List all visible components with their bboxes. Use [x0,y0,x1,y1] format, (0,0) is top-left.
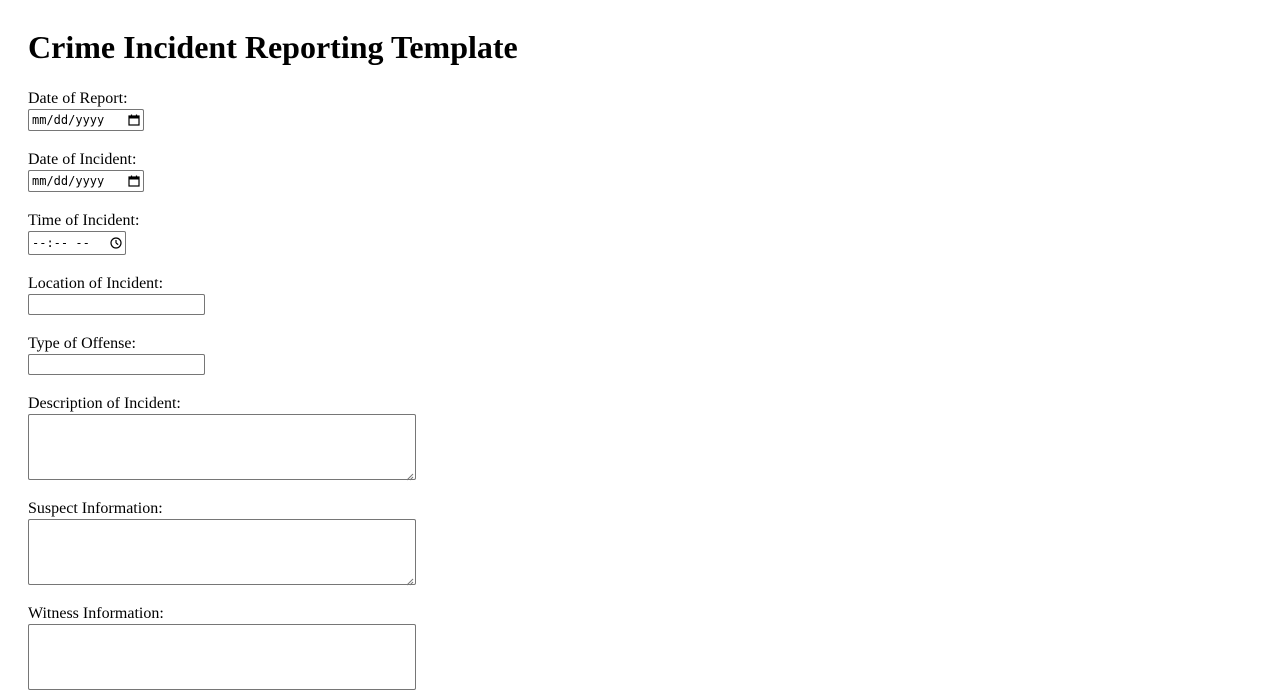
resize-grip-icon[interactable] [406,470,414,481]
clock-icon[interactable] [110,237,122,249]
suspect-information-textarea[interactable] [28,519,416,586]
location-of-incident-field: Location of Incident: [28,275,518,315]
report-form-page: Crime Incident Reporting Template Date o… [28,0,518,690]
suspect-information-field: Suspect Information: [28,500,518,586]
location-of-incident-label: Location of Incident: [28,275,164,292]
witness-information-field: Witness Information: [28,605,518,690]
calendar-icon[interactable] [128,114,140,126]
time-of-incident-label: Time of Incident: [28,212,140,229]
type-of-offense-field: Type of Offense: [28,335,518,375]
page-title: Crime Incident Reporting Template [28,29,518,65]
date-of-report-field: Date of Report: mm/dd/yyyy [28,90,518,131]
time-of-incident-field: Time of Incident: --:-- -- [28,212,518,255]
witness-information-label: Witness Information: [28,605,164,622]
date-of-incident-placeholder: mm/dd/yyyy [32,174,105,188]
date-of-report-placeholder: mm/dd/yyyy [32,113,105,127]
type-of-offense-input[interactable] [28,354,205,375]
description-of-incident-textarea[interactable] [28,414,416,481]
suspect-information-label: Suspect Information: [28,500,163,517]
description-of-incident-label: Description of Incident: [28,395,181,412]
date-of-report-input[interactable]: mm/dd/yyyy [28,109,144,131]
witness-information-textarea[interactable] [28,624,416,690]
time-of-incident-placeholder: --:-- -- [32,236,90,250]
time-of-incident-input[interactable]: --:-- -- [28,231,126,255]
resize-grip-icon[interactable] [406,575,414,586]
date-of-incident-input[interactable]: mm/dd/yyyy [28,170,144,192]
date-of-report-label: Date of Report: [28,90,128,107]
location-of-incident-input[interactable] [28,294,205,315]
date-of-incident-label: Date of Incident: [28,151,137,168]
description-of-incident-field: Description of Incident: [28,395,518,481]
date-of-incident-field: Date of Incident: mm/dd/yyyy [28,151,518,192]
calendar-icon[interactable] [128,175,140,187]
type-of-offense-label: Type of Offense: [28,335,136,352]
